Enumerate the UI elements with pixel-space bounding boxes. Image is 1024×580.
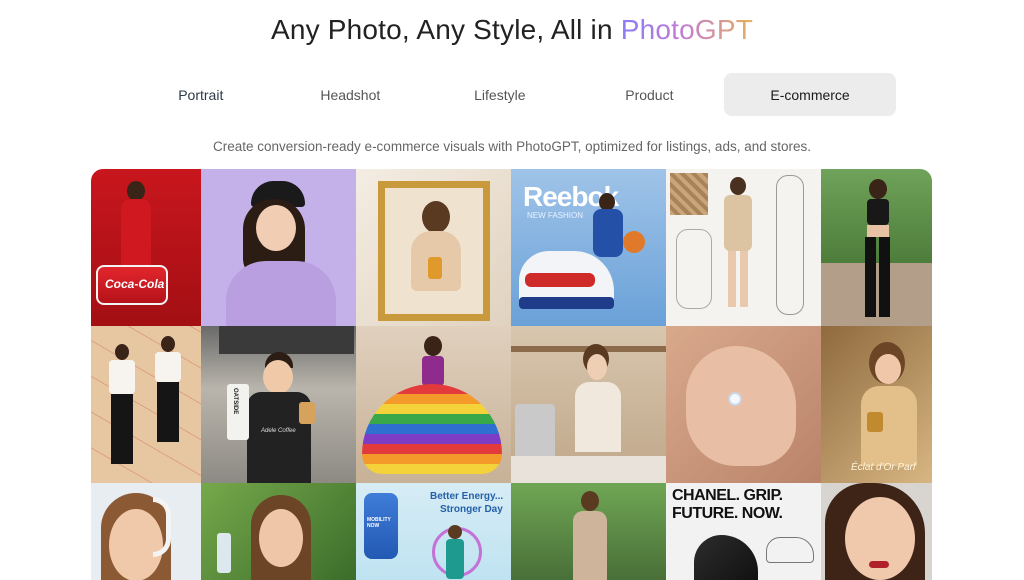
tab-headshot[interactable]: Headshot: [276, 73, 426, 116]
oat-milk-carton-label: OATSIDE: [232, 388, 238, 415]
gallery-image-headphones[interactable]: [91, 483, 201, 580]
gallery-image-outfit-collage[interactable]: [91, 326, 201, 483]
gallery-image-portrait-closeup[interactable]: [821, 483, 932, 580]
supplement-bottle-label: MOBILITY NOW: [367, 517, 391, 529]
gallery-image-barista-oat-milk[interactable]: OATSIDE Adele Coffee: [201, 326, 356, 483]
gallery-image-gold-frame[interactable]: [356, 169, 511, 326]
gallery-image-garden-dress[interactable]: [511, 483, 666, 580]
tab-portrait[interactable]: Portrait: [126, 73, 276, 116]
gallery-image-rainbow-dress[interactable]: [356, 326, 511, 483]
gallery-image-park-athleisure[interactable]: [821, 169, 932, 326]
gallery-image-espresso-kitchen[interactable]: [511, 326, 666, 483]
gallery-image-energy-supplement[interactable]: Better Energy... Stronger Day MOBILITY N…: [356, 483, 511, 580]
brand-name: PhotoGPT: [620, 14, 754, 45]
perfume-brand-text: Éclat d'Or Parf: [851, 462, 916, 473]
tab-product[interactable]: Product: [575, 73, 725, 116]
gallery-image-sneaker-ad[interactable]: Reebok NEW FASHION: [511, 169, 666, 326]
tab-e-commerce[interactable]: E-commerce: [724, 73, 896, 116]
category-tabs: Portrait Headshot Lifestyle Product E-co…: [126, 73, 896, 116]
gallery-image-lilac-sweater[interactable]: [201, 169, 356, 326]
supplement-headline-1: Better Energy...: [430, 491, 504, 502]
chanel-ad-line-2: FUTURE. NOW.: [672, 505, 783, 522]
cola-can-label: Coca-Cola: [105, 277, 165, 291]
tab-lifestyle[interactable]: Lifestyle: [425, 73, 575, 116]
gallery-image-forest-bottle[interactable]: [201, 483, 356, 580]
sneaker-ad-subline: NEW FASHION: [527, 211, 584, 220]
example-gallery: Coca-Cola Reebok NEW FASHION OATSIDE Ade…: [91, 169, 932, 580]
chanel-ad-line-1: CHANEL. GRIP.: [672, 487, 783, 504]
gallery-image-diamond-ring[interactable]: [666, 326, 821, 483]
gallery-image-chanel-sneaker[interactable]: CHANEL. GRIP. FUTURE. NOW.: [666, 483, 821, 580]
gallery-image-perfume[interactable]: Éclat d'Or Parf: [821, 326, 932, 483]
gallery-image-cola-dress[interactable]: Coca-Cola: [91, 169, 201, 326]
headline-text: Any Photo, Any Style, All in: [270, 14, 621, 45]
apron-logo: Adele Coffee: [261, 428, 296, 434]
page-headline: Any Photo, Any Style, All in PhotoGPT: [0, 14, 1024, 46]
tab-description: Create conversion-ready e-commerce visua…: [212, 139, 811, 154]
supplement-headline-2: Stronger Day: [440, 504, 503, 515]
gallery-image-fashion-sketch[interactable]: [666, 169, 821, 326]
